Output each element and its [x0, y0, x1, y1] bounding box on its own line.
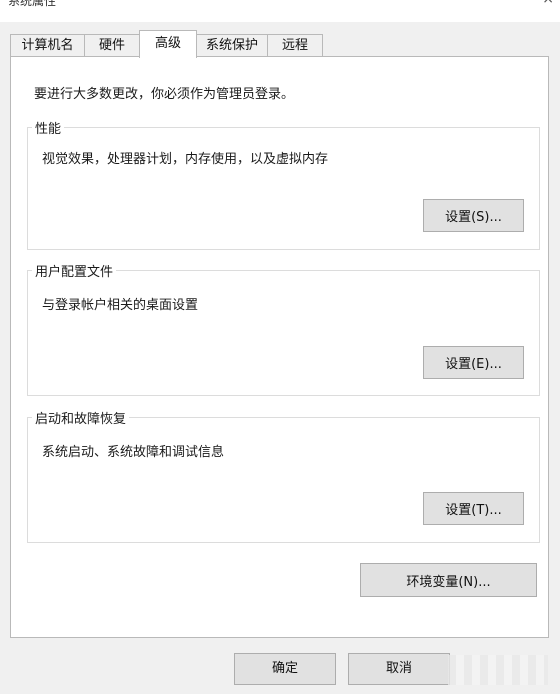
admin-note: 要进行大多数更改，你必须作为管理员登录。 — [34, 87, 295, 102]
watermark-overlay — [448, 655, 548, 685]
performance-description: 视觉效果，处理器计划，内存使用，以及虚拟内存 — [42, 152, 329, 167]
system-properties-dialog: 系统属性 × 计算机名 硬件 高级 系统保护 远程 要进行大多数更改，你必须作为… — [0, 0, 560, 694]
startup-recovery-description: 系统启动、系统故障和调试信息 — [42, 445, 225, 460]
environment-variables-button[interactable]: 环境变量(N)... — [360, 563, 537, 597]
cancel-button[interactable]: 取消 — [348, 653, 450, 685]
startup-recovery-group: 启动和故障恢复 系统启动、系统故障和调试信息 设置(T)... — [27, 408, 540, 543]
tab-system-protection[interactable]: 系统保护 — [196, 34, 268, 56]
user-profiles-group: 用户配置文件 与登录帐户相关的桌面设置 设置(E)... — [27, 261, 540, 396]
user-profiles-settings-button[interactable]: 设置(E)... — [423, 346, 524, 379]
tab-remote[interactable]: 远程 — [267, 34, 323, 56]
user-profiles-title: 用户配置文件 — [32, 261, 117, 280]
window-title: 系统属性 — [8, 0, 57, 8]
user-profiles-description: 与登录帐户相关的桌面设置 — [42, 298, 199, 313]
advanced-panel: 要进行大多数更改，你必须作为管理员登录。 性能 视觉效果，处理器计划，内存使用，… — [10, 56, 549, 638]
performance-settings-button[interactable]: 设置(S)... — [423, 199, 524, 232]
ok-button[interactable]: 确定 — [234, 653, 336, 685]
startup-recovery-title: 启动和故障恢复 — [32, 408, 130, 427]
performance-group: 性能 视觉效果，处理器计划，内存使用，以及虚拟内存 设置(S)... — [27, 118, 540, 250]
startup-recovery-settings-button[interactable]: 设置(T)... — [423, 492, 524, 525]
title-bar: 系统属性 × — [0, 0, 560, 22]
tab-advanced[interactable]: 高级 — [139, 30, 197, 58]
tab-computer-name[interactable]: 计算机名 — [10, 34, 85, 56]
close-icon[interactable]: × — [542, 0, 554, 7]
performance-title: 性能 — [32, 118, 65, 137]
tab-hardware[interactable]: 硬件 — [84, 34, 140, 56]
